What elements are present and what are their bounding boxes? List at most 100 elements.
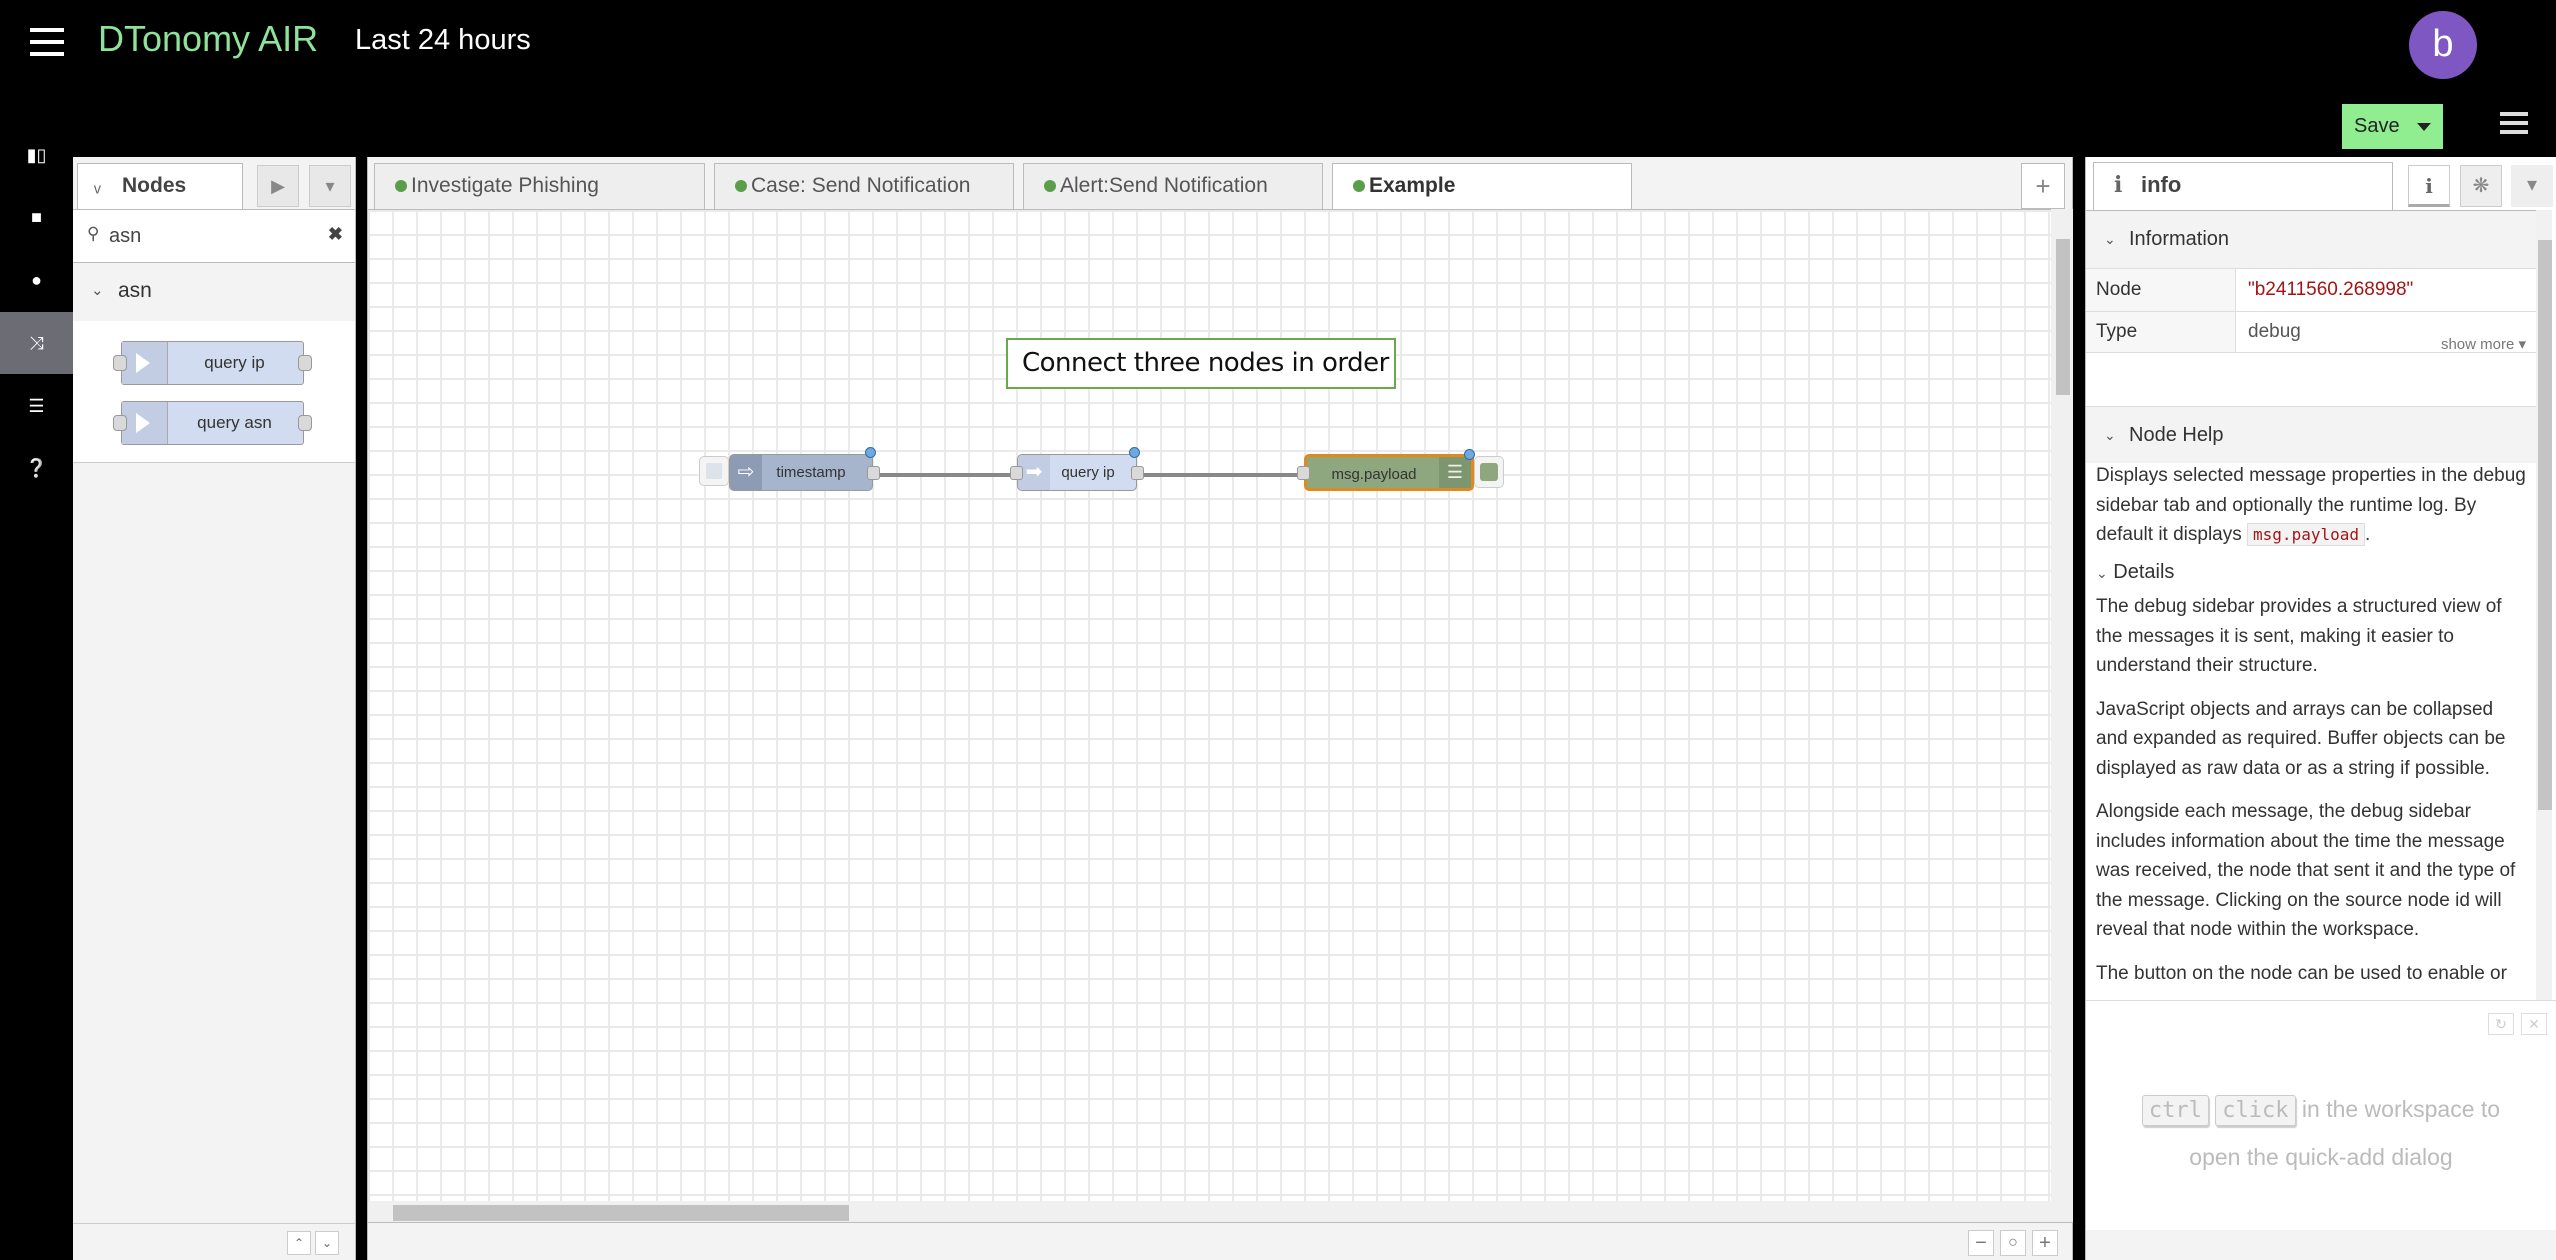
palette-footer: ⌃ ⌄ — [73, 1223, 355, 1260]
palette-node-query-asn[interactable]: query asn — [113, 401, 312, 445]
info-tab-button[interactable]: i — [2408, 165, 2450, 207]
palette-node-query-ip[interactable]: query ip — [113, 341, 312, 385]
quick-add-text: ctrl click in the workspace to open the … — [2106, 1086, 2536, 1181]
comment-node[interactable]: Connect three nodes in order — [1006, 338, 1396, 389]
chevron-down-icon: ⌄ — [2104, 427, 2116, 443]
zoom-in-button[interactable]: + — [2032, 1230, 2058, 1256]
palette-search: ⚲ ✖ — [73, 209, 355, 263]
tab-label: Investigate Phishing — [411, 174, 599, 197]
output-port[interactable] — [867, 466, 880, 480]
arrow-icon — [122, 402, 168, 444]
scroll-thumb[interactable] — [393, 1205, 849, 1221]
details-header[interactable]: ⌄ Details — [2096, 558, 2528, 589]
palette-dropdown-button[interactable]: ▾ — [309, 165, 351, 207]
flow-node-timestamp[interactable]: ⇨ timestamp — [729, 447, 880, 491]
output-port — [298, 355, 312, 371]
tab-label: Alert:Send Notification — [1060, 174, 1268, 197]
sidebar-dropdown-button[interactable]: ▾ — [2511, 165, 2553, 207]
scroll-thumb[interactable] — [2538, 240, 2552, 810]
information-header[interactable]: ⌄ Information — [2086, 211, 2536, 268]
status-dot — [735, 180, 747, 192]
palette-node-list: query ip query asn — [73, 321, 355, 463]
zoom-reset-button[interactable]: ○ — [2000, 1230, 2026, 1256]
inject-arrow-icon: ⇨ — [730, 455, 762, 490]
save-label: Save — [2354, 115, 2400, 137]
horizontal-scrollbar[interactable] — [368, 1201, 2073, 1223]
tab-investigate-phishing[interactable]: Investigate Phishing — [374, 163, 705, 209]
key-ctrl: ctrl — [2141, 1095, 2209, 1126]
input-port[interactable] — [1297, 466, 1310, 480]
row-value: debug — [2248, 321, 2301, 342]
search-input[interactable] — [109, 220, 309, 252]
time-range[interactable]: Last 24 hours — [355, 24, 531, 57]
help-text: . — [2365, 524, 2371, 545]
section-title: Node Help — [2129, 424, 2224, 446]
expand-all-icon[interactable]: ⌃ — [287, 1231, 311, 1255]
collapse-all-icon[interactable]: ⌄ — [315, 1231, 339, 1255]
save-button[interactable]: Save — [2342, 104, 2443, 149]
chevron-down-icon: ⌄ — [2096, 564, 2108, 581]
node-label: msg.payload — [1331, 466, 1417, 483]
hint-text: open the quick-add dialog — [2189, 1144, 2453, 1170]
scroll-thumb[interactable] — [2056, 239, 2070, 395]
node-palette: ᵥ Nodes ▶ ▾ ⚲ ✖ ⌄ asn query ip query asn ⌃… — [73, 157, 356, 1260]
info-icon: i — [2114, 172, 2123, 198]
wire[interactable] — [872, 473, 1017, 477]
avatar[interactable]: b — [2409, 11, 2477, 79]
vertical-scrollbar[interactable] — [2051, 209, 2073, 1201]
debug-toggle-button[interactable] — [1474, 456, 1504, 488]
caret-down-icon[interactable] — [2417, 123, 2431, 131]
rail-dashboard-bar-chart-icon[interactable]: ▮▯ — [0, 124, 73, 186]
tab-case-send-notification[interactable]: Case: Send Notification — [714, 163, 1014, 209]
category-asn[interactable]: ⌄ asn — [73, 263, 355, 321]
close-icon[interactable]: ✕ — [2521, 1013, 2547, 1035]
flow-canvas[interactable]: Connect three nodes in order ⇨ timestamp… — [368, 209, 2051, 1201]
chevron-down-icon: ⌄ — [2104, 231, 2116, 247]
status-dot — [395, 180, 407, 192]
input-port — [113, 415, 127, 431]
debug-bug-icon[interactable]: ❋ — [2460, 165, 2502, 207]
show-more-label: show more — [2440, 336, 2515, 353]
changed-indicator — [865, 447, 876, 458]
code-snippet: msg.payload — [2247, 523, 2365, 546]
clear-search-icon[interactable]: ✖ — [328, 224, 343, 245]
show-more-link[interactable]: show more ▾ — [2441, 335, 2526, 353]
arrow-icon — [122, 342, 168, 384]
rail-playbooks-shuffle-icon[interactable]: ⤨ — [0, 312, 73, 374]
tab-nodes[interactable]: ᵥ Nodes — [77, 163, 243, 211]
tab-label: Example — [1369, 174, 1456, 197]
key-click: click — [2215, 1095, 2296, 1126]
output-port[interactable] — [1131, 466, 1144, 480]
rail-cases-folder-icon[interactable]: ■ — [0, 186, 73, 248]
flow-node-query-ip[interactable]: ➡ query ip — [1010, 447, 1144, 491]
refresh-icon[interactable]: ↻ — [2488, 1013, 2514, 1035]
rail-help-question-icon[interactable]: ❔ — [0, 437, 73, 499]
wire[interactable] — [1136, 473, 1304, 477]
hamburger-menu-button[interactable] — [30, 28, 64, 56]
node-help-header[interactable]: ⌄ Node Help — [2086, 406, 2536, 463]
hint-text: in the workspace to — [2301, 1096, 2501, 1122]
add-tab-button[interactable]: + — [2021, 163, 2065, 209]
info-panel: ⌄ Information Node "b2411560.268998" Type d… — [2086, 210, 2536, 1000]
sidebar-scrollbar[interactable] — [2536, 210, 2552, 1000]
output-port — [298, 415, 312, 431]
main-menu-button[interactable] — [2500, 112, 2528, 139]
flow-node-msg-payload[interactable]: msg.payload ☰ — [1297, 449, 1475, 491]
rail-settings-sliders-icon[interactable]: ☰ — [0, 375, 73, 437]
tab-label: info — [2141, 172, 2182, 197]
status-dot — [1353, 180, 1365, 192]
rail-alerts-fire-icon[interactable]: ● — [0, 249, 73, 311]
section-title: Information — [2129, 228, 2230, 250]
inject-button[interactable] — [699, 456, 729, 486]
zoom-out-button[interactable]: − — [1968, 1230, 1994, 1256]
tab-alert-send-notification[interactable]: Alert:Send Notification — [1023, 163, 1323, 209]
help-paragraph: JavaScript objects and arrays can be col… — [2096, 698, 2506, 779]
tab-example[interactable]: Example — [1332, 163, 1632, 210]
input-port[interactable] — [1010, 466, 1023, 480]
status-dot — [1044, 180, 1056, 192]
help-paragraph: The button on the node can be used to en… — [2096, 962, 2507, 984]
info-row-node: Node "b2411560.268998" — [2086, 268, 2536, 312]
tab-info[interactable]: i info — [2093, 162, 2393, 210]
row-key: Node — [2086, 269, 2236, 311]
play-button[interactable]: ▶ — [257, 165, 299, 207]
